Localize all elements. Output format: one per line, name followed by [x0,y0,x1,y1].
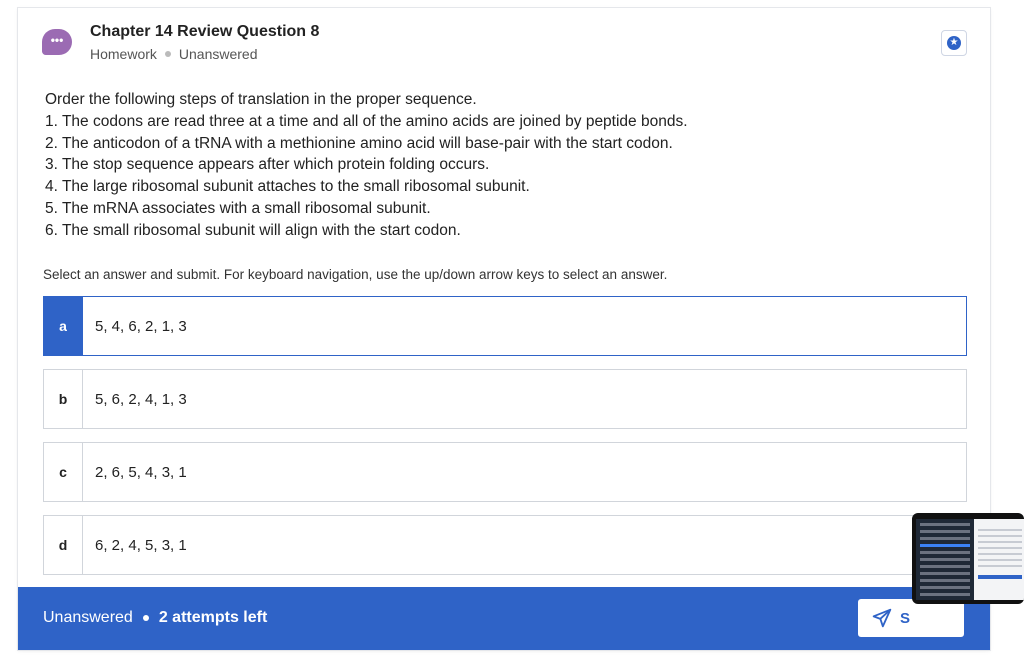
option-text: 5, 4, 6, 2, 1, 3 [95,317,187,335]
separator-dot [164,51,171,57]
thumbnail-sidebar [916,519,974,600]
thumbnail-screen [916,519,1024,600]
category-label: Homework [90,46,157,62]
question-step: 2. The anticodon of a tRNA with a methio… [45,134,673,152]
option-letter: d [44,516,83,574]
question-step: 1. The codons are read three at a time a… [45,112,688,130]
question-text: Order the following steps of translation… [45,89,945,242]
footer-status: Unanswered 2 attempts left [43,609,267,627]
device-thumbnail [912,513,1024,604]
status-label: Unanswered [178,46,258,62]
footer-status-label: Unanswered [43,609,133,626]
answer-option-a[interactable]: a 5, 4, 6, 2, 1, 3 [43,296,967,356]
question-prompt: Order the following steps of translation… [45,91,477,108]
send-icon [872,608,892,628]
thumbnail-main [978,525,1022,579]
option-text: 5, 6, 2, 4, 1, 3 [95,390,187,408]
star-icon: ★ [947,36,961,50]
chat-bubble-icon: ••• [42,29,72,55]
separator-dot [142,615,149,621]
question-title: Chapter 14 Review Question 8 [90,23,320,40]
submission-footer: Unanswered 2 attempts left S [18,587,990,650]
attempts-left: 2 attempts left [158,609,268,626]
option-letter: b [44,370,83,428]
option-text: 2, 6, 5, 4, 3, 1 [95,463,187,481]
question-step: 5. The mRNA associates with a small ribo… [45,199,431,217]
question-meta: Homework Unanswered [90,46,258,62]
answer-option-d[interactable]: d 6, 2, 4, 5, 3, 1 [43,515,967,575]
question-step: 6. The small ribosomal subunit will alig… [45,221,461,239]
bookmark-button[interactable]: ★ [941,30,967,56]
submit-label: S [900,609,911,627]
answer-option-c[interactable]: c 2, 6, 5, 4, 3, 1 [43,442,967,502]
option-letter: c [44,443,83,501]
answer-instruction: Select an answer and submit. For keyboar… [43,267,668,282]
option-text: 6, 2, 4, 5, 3, 1 [95,536,187,554]
option-letter: a [44,297,83,355]
question-card: ••• Chapter 14 Review Question 8 Homewor… [18,8,990,650]
question-step: 4. The large ribosomal subunit attaches … [45,178,530,196]
answer-option-b[interactable]: b 5, 6, 2, 4, 1, 3 [43,369,967,429]
submit-button[interactable]: S [858,599,964,637]
question-step: 3. The stop sequence appears after which… [45,156,490,174]
